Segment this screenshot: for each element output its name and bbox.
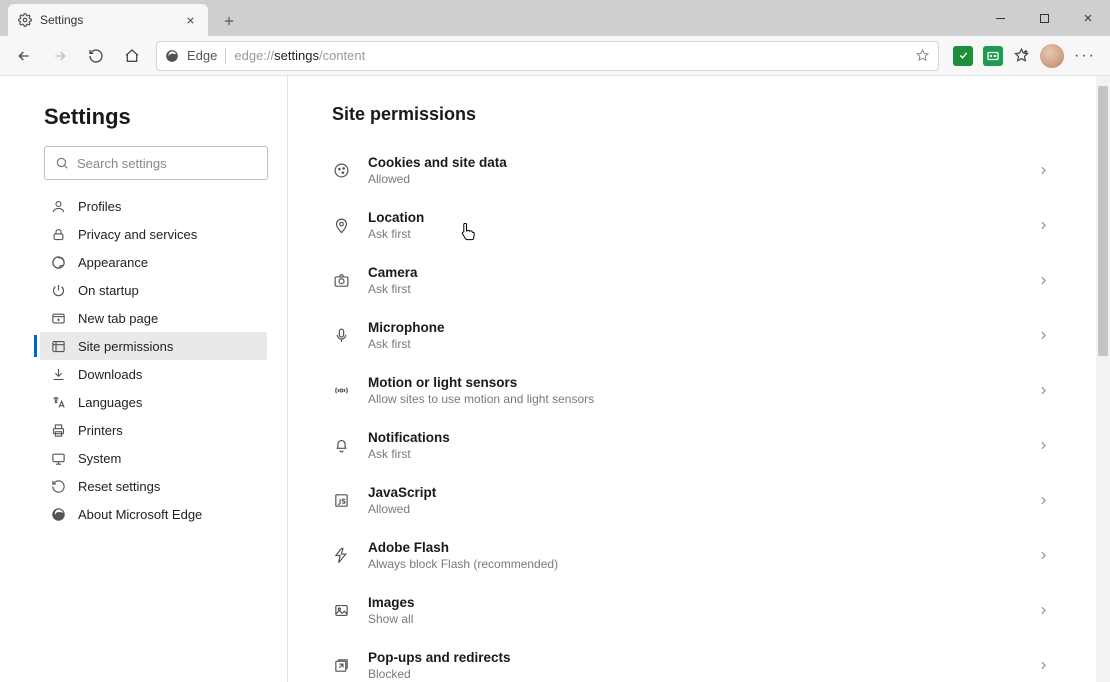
- nav-startup[interactable]: On startup: [40, 276, 267, 304]
- image-icon: [332, 602, 350, 619]
- chevron-right-icon: [1037, 549, 1050, 562]
- nav-downloads[interactable]: Downloads: [40, 360, 267, 388]
- microphone-icon: [332, 327, 350, 344]
- scrollbar[interactable]: [1096, 76, 1110, 682]
- back-button[interactable]: [8, 40, 40, 72]
- settings-sidebar: Settings Profiles Privacy and services A…: [0, 76, 288, 682]
- main-panel: Site permissions Cookies and site dataAl…: [288, 76, 1110, 682]
- close-window-button[interactable]: [1066, 0, 1110, 36]
- favorites-icon[interactable]: [1013, 47, 1030, 64]
- nav-printers[interactable]: Printers: [40, 416, 267, 444]
- title-bar: Settings: [0, 0, 1110, 36]
- chevron-right-icon: [1037, 219, 1050, 232]
- power-icon: [50, 282, 66, 298]
- edge-logo-icon: [50, 506, 66, 522]
- refresh-button[interactable]: [80, 40, 112, 72]
- toolbar: Edge edge://settings/content ···: [0, 36, 1110, 76]
- perm-javascript[interactable]: JavaScriptAllowed: [332, 473, 1054, 528]
- flash-icon: [332, 547, 350, 564]
- nav-languages[interactable]: Languages: [40, 388, 267, 416]
- sensor-icon: [332, 382, 350, 399]
- nav-profiles[interactable]: Profiles: [40, 192, 267, 220]
- address-bar[interactable]: Edge edge://settings/content: [156, 41, 939, 71]
- tab-title: Settings: [40, 13, 174, 27]
- perm-flash[interactable]: Adobe FlashAlways block Flash (recommend…: [332, 528, 1054, 583]
- lock-icon: [50, 226, 66, 242]
- chevron-right-icon: [1037, 494, 1050, 507]
- url-text: edge://settings/content: [234, 48, 365, 63]
- perm-images[interactable]: ImagesShow all: [332, 583, 1054, 638]
- camera-icon: [332, 272, 350, 289]
- download-icon: [50, 366, 66, 382]
- address-divider: [225, 48, 226, 64]
- printer-icon: [50, 422, 66, 438]
- nav-about[interactable]: About Microsoft Edge: [40, 500, 267, 528]
- search-icon: [55, 156, 69, 170]
- chevron-right-icon: [1037, 604, 1050, 617]
- chevron-right-icon: [1037, 439, 1050, 452]
- toolbar-right: ···: [947, 44, 1102, 68]
- minimize-button[interactable]: [978, 0, 1022, 36]
- maximize-button[interactable]: [1022, 0, 1066, 36]
- browser-tab[interactable]: Settings: [8, 4, 208, 36]
- forward-button[interactable]: [44, 40, 76, 72]
- site-identity-icon: [165, 49, 179, 63]
- nav-newtab[interactable]: New tab page: [40, 304, 267, 332]
- bell-icon: [332, 437, 350, 454]
- location-icon: [332, 217, 350, 234]
- permissions-icon: [50, 338, 66, 354]
- perm-camera[interactable]: CameraAsk first: [332, 253, 1054, 308]
- nav-reset[interactable]: Reset settings: [40, 472, 267, 500]
- perm-notifications[interactable]: NotificationsAsk first: [332, 418, 1054, 473]
- scroll-thumb[interactable]: [1098, 86, 1108, 356]
- favorite-star-icon[interactable]: [915, 48, 930, 63]
- settings-nav: Profiles Privacy and services Appearance…: [40, 192, 267, 528]
- profile-avatar[interactable]: [1040, 44, 1064, 68]
- search-settings[interactable]: [44, 146, 268, 180]
- chevron-right-icon: [1037, 659, 1050, 672]
- newtab-icon: [50, 310, 66, 326]
- perm-cookies[interactable]: Cookies and site dataAllowed: [332, 143, 1054, 198]
- nav-appearance[interactable]: Appearance: [40, 248, 267, 276]
- cookie-icon: [332, 162, 350, 179]
- nav-site-permissions[interactable]: Site permissions: [40, 332, 267, 360]
- permissions-list: Cookies and site dataAllowed LocationAsk…: [332, 143, 1054, 682]
- reset-icon: [50, 478, 66, 494]
- settings-heading: Settings: [44, 104, 267, 130]
- home-button[interactable]: [116, 40, 148, 72]
- perm-microphone[interactable]: MicrophoneAsk first: [332, 308, 1054, 363]
- chevron-right-icon: [1037, 329, 1050, 342]
- system-icon: [50, 450, 66, 466]
- chevron-right-icon: [1037, 164, 1050, 177]
- js-icon: [332, 492, 350, 509]
- more-menu-button[interactable]: ···: [1074, 47, 1096, 65]
- languages-icon: [50, 394, 66, 410]
- page-title: Site permissions: [332, 104, 1054, 125]
- extension-badge-2[interactable]: [983, 46, 1003, 66]
- perm-location[interactable]: LocationAsk first: [332, 198, 1054, 253]
- chevron-right-icon: [1037, 384, 1050, 397]
- window-controls: [978, 0, 1110, 36]
- close-tab-button[interactable]: [182, 12, 198, 28]
- nav-system[interactable]: System: [40, 444, 267, 472]
- gear-icon: [18, 13, 32, 27]
- content-area: Settings Profiles Privacy and services A…: [0, 76, 1110, 682]
- new-tab-button[interactable]: [214, 6, 244, 36]
- nav-privacy[interactable]: Privacy and services: [40, 220, 267, 248]
- perm-popups[interactable]: Pop-ups and redirectsBlocked: [332, 638, 1054, 682]
- site-identity-label: Edge: [187, 48, 217, 63]
- perm-motion[interactable]: Motion or light sensorsAllow sites to us…: [332, 363, 1054, 418]
- appearance-icon: [50, 254, 66, 270]
- search-input[interactable]: [77, 156, 257, 171]
- popup-icon: [332, 657, 350, 674]
- chevron-right-icon: [1037, 274, 1050, 287]
- extension-badge-1[interactable]: [953, 46, 973, 66]
- person-icon: [50, 198, 66, 214]
